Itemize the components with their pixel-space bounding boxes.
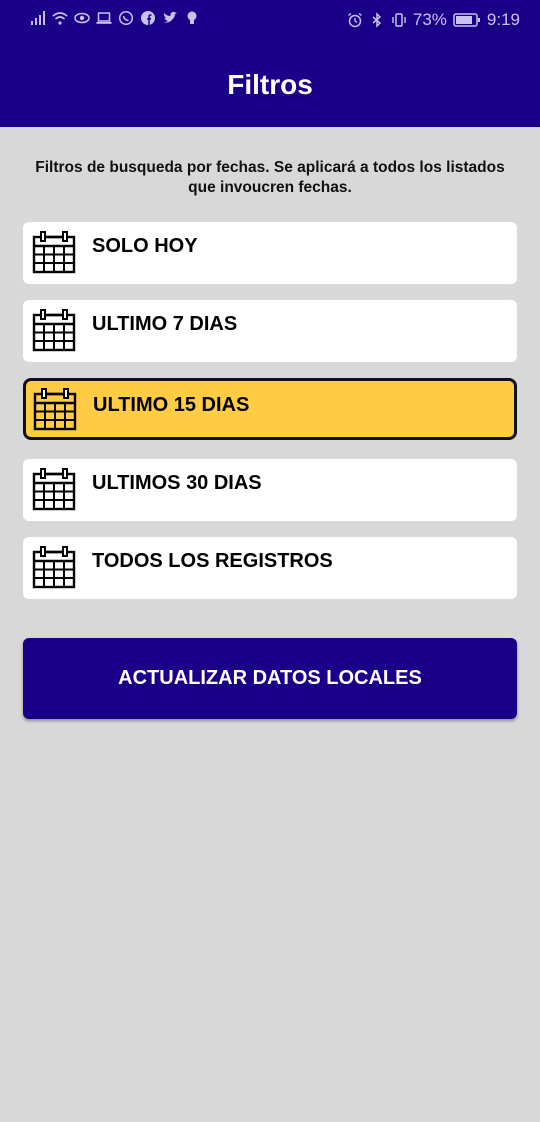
page-title: Filtros xyxy=(227,69,313,100)
filter-option[interactable]: TODOS LOS REGISTROS xyxy=(23,537,517,599)
bluetooth-icon xyxy=(372,12,381,28)
update-local-data-button[interactable]: ACTUALIZAR DATOS LOCALES xyxy=(23,638,517,719)
filter-option-label: ULTIMO 15 DIAS xyxy=(93,394,250,416)
filter-option[interactable]: ULTIMOS 30 DIAS xyxy=(23,459,517,521)
calendar-icon xyxy=(33,388,77,431)
laptop-icon xyxy=(96,12,112,24)
filter-option[interactable]: ULTIMO 7 DIAS xyxy=(23,300,517,362)
calendar-icon xyxy=(32,231,76,274)
filter-option-label: ULTIMOS 30 DIAS xyxy=(92,472,262,494)
filter-option-label: ULTIMO 7 DIAS xyxy=(92,313,238,335)
status-bar: 73% 9:19 xyxy=(0,0,540,42)
signal-icon xyxy=(31,11,45,25)
clock-time: 9:19 xyxy=(486,10,520,29)
whatsapp-icon xyxy=(118,10,134,26)
eye-icon xyxy=(74,12,90,24)
wifi-icon xyxy=(52,12,68,25)
filter-option-label: SOLO HOY xyxy=(92,235,198,257)
facebook-icon xyxy=(141,11,155,25)
calendar-icon xyxy=(32,546,76,589)
vibrate-icon xyxy=(392,13,406,27)
battery-percent: 73% xyxy=(412,10,447,29)
battery-icon xyxy=(453,13,480,27)
twitter-icon xyxy=(163,11,177,23)
filter-option[interactable]: ULTIMO 15 DIAS xyxy=(23,378,517,440)
alarm-icon xyxy=(347,12,362,28)
filter-option[interactable]: SOLO HOY xyxy=(23,222,517,284)
filter-description: Filtros de busqueda por fechas. Se aplic… xyxy=(35,159,505,196)
bulb-icon xyxy=(187,11,197,24)
status-right-icons: 73% 9:19 xyxy=(347,10,520,30)
calendar-icon xyxy=(32,468,76,511)
filter-option-label: TODOS LOS REGISTROS xyxy=(92,550,333,572)
calendar-icon xyxy=(32,309,76,352)
status-left-icons xyxy=(30,10,200,26)
